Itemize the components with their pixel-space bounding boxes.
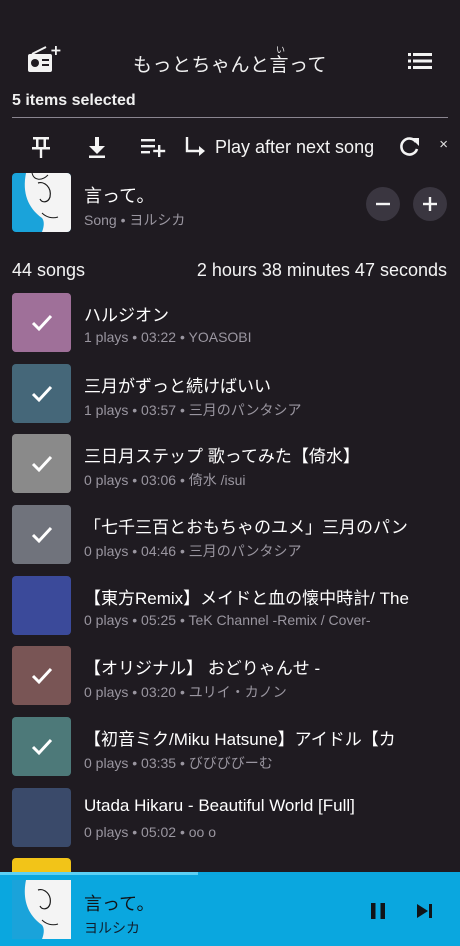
song-title: 【オリジナル】 おどりゃんせ - [84, 659, 321, 678]
current-song-title: 言って。 [84, 186, 155, 206]
close-selection-button[interactable]: × [439, 136, 448, 153]
song-title: ハルジオン [84, 306, 169, 325]
song-meta: 1 plays • 03:22 • YOASOBI [84, 329, 252, 345]
pin-icon[interactable] [28, 134, 54, 160]
play-next-icon[interactable] [182, 134, 208, 160]
song-artwork [12, 576, 71, 635]
song-meta: 0 plays • 03:06 • 倚水 /isui [84, 472, 246, 488]
list-item[interactable]: ハルジオン 1 plays • 03:22 • YOASOBI [0, 293, 460, 355]
selection-count: 5 items selected [12, 92, 136, 109]
checkmark-icon [12, 717, 71, 776]
queue-list-icon[interactable] [408, 52, 432, 70]
plus-icon[interactable] [413, 187, 447, 221]
download-icon[interactable] [84, 134, 110, 160]
player-title: 言って。 [84, 894, 155, 914]
song-artwork [12, 788, 71, 847]
song-meta: 0 plays • 05:25 • TeK Channel -Remix / C… [84, 612, 371, 628]
playlist-summary: 44 songs 2 hours 38 minutes 47 seconds [12, 260, 447, 282]
top-bar: もっとちゃんと言って い [0, 40, 460, 82]
title-ruby: い [276, 45, 286, 55]
song-title: 「七千三百とおもちゃのユメ」三月のパン [84, 518, 408, 537]
checkmark-icon [12, 434, 71, 493]
list-item[interactable]: 【東方Remix】メイドと血の懐中時計/ The 0 plays • 05:25… [0, 576, 460, 638]
song-artwork [12, 717, 71, 776]
page-title: もっとちゃんと言って [132, 55, 328, 76]
minus-icon[interactable] [366, 187, 400, 221]
list-item[interactable]: 【初音ミク/Miku Hatsune】アイドル【カ 0 plays • 03:3… [0, 717, 460, 779]
current-song-subtitle: Song • ヨルシカ [84, 212, 186, 228]
list-item[interactable]: 三月がずっと続けばいい 1 plays • 03:57 • 三月のパンタシア [0, 364, 460, 426]
song-meta: 0 plays • 05:02 • oo o [84, 824, 217, 840]
current-song-artwork [12, 173, 71, 232]
total-duration: 2 hours 38 minutes 47 seconds [196, 260, 447, 280]
player-artist: ヨルシカ [84, 920, 140, 936]
list-item[interactable]: 「七千三百とおもちゃのユメ」三月のパン 0 plays • 04:46 • 三月… [0, 505, 460, 567]
song-artwork [12, 505, 71, 564]
skip-next-icon[interactable] [414, 900, 436, 922]
song-title: 【初音ミク/Miku Hatsune】アイドル【カ [84, 730, 396, 749]
mini-player[interactable]: 言って。 ヨルシカ [0, 872, 460, 946]
playback-progress[interactable] [0, 872, 198, 875]
list-item[interactable]: 三日月ステップ 歌ってみた【倚水】 0 plays • 03:06 • 倚水 /… [0, 434, 460, 496]
play-next-label[interactable]: Play after next song [215, 137, 374, 158]
song-meta: 0 plays • 04:46 • 三月のパンタシア [84, 543, 302, 559]
checkmark-icon [12, 505, 71, 564]
song-title: 三月がずっと続けばいい [84, 377, 271, 396]
song-title: Utada Hikaru - Beautiful World [Full] [84, 796, 355, 815]
checkmark-icon [12, 364, 71, 423]
song-artwork [12, 293, 71, 352]
song-artwork [12, 646, 71, 705]
song-title: 【東方Remix】メイドと血の懐中時計/ The [84, 589, 409, 608]
song-title: 三日月ステップ 歌ってみた【倚水】 [84, 447, 360, 466]
song-artwork [12, 364, 71, 423]
divider [12, 117, 448, 118]
checkmark-icon [12, 646, 71, 705]
selection-actions: Play after next song × [0, 128, 460, 166]
refresh-icon[interactable] [396, 134, 422, 160]
playlist-add-icon[interactable] [140, 134, 166, 160]
song-artwork [12, 434, 71, 493]
song-meta: 0 plays • 03:35 • びびびびーむ [84, 755, 273, 771]
list-item[interactable]: Utada Hikaru - Beautiful World [Full] 0 … [0, 788, 460, 850]
list-item[interactable]: 【オリジナル】 おどりゃんせ - 0 plays • 03:20 • ユリイ・カ… [0, 646, 460, 708]
song-meta: 1 plays • 03:57 • 三月のパンタシア [84, 402, 302, 418]
player-artwork [12, 880, 71, 939]
pause-icon[interactable] [367, 900, 389, 922]
checkmark-icon [12, 293, 71, 352]
current-song[interactable]: 言って。 Song • ヨルシカ [0, 173, 460, 235]
song-count: 44 songs [12, 260, 86, 280]
song-meta: 0 plays • 03:20 • ユリイ・カノン [84, 684, 287, 700]
